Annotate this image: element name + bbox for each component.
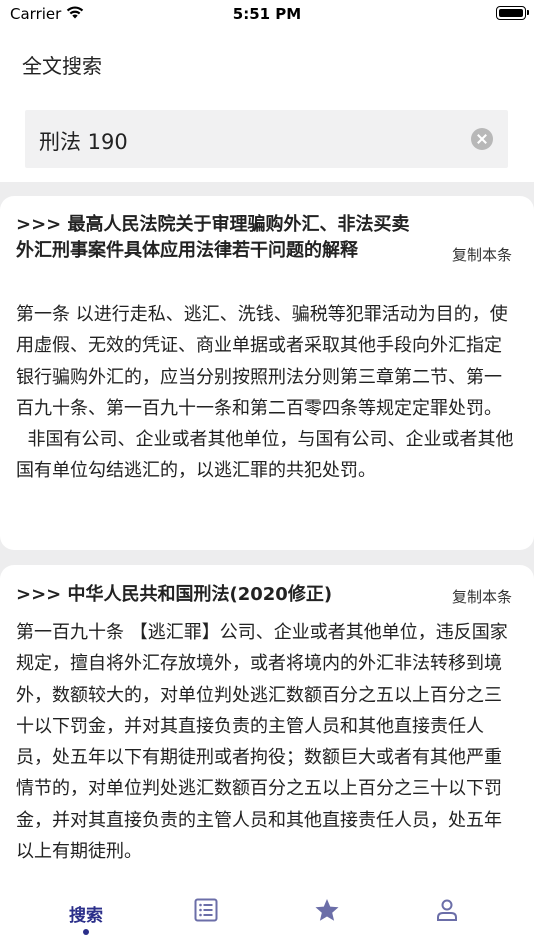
result-title: >>> 最高人民法院关于审理骗购外汇、非法买卖外汇刑事案件具体应用法律若干问题的…: [16, 214, 410, 261]
star-icon: [315, 899, 339, 921]
result-body: 第一百九十条 【逃汇罪】公司、企业或者其他单位，违反国家规定，擅自将外汇存放境外…: [16, 617, 518, 867]
copy-button[interactable]: 复制本条: [452, 586, 512, 607]
page-title: 全文搜索: [22, 54, 102, 78]
result-title: >>> 中华人民共和国刑法(2020修正): [16, 584, 333, 605]
result-card[interactable]: >>> 中华人民共和国刑法(2020修正) 复制本条 第一百九十条 【逃汇罪】公…: [0, 565, 534, 876]
result-body: 第一条 以进行走私、逃汇、洗钱、骗税等犯罪活动为目的，使用虚假、无效的凭证、商业…: [16, 299, 518, 487]
copy-button[interactable]: 复制本条: [452, 244, 512, 265]
tab-bar: 搜索: [0, 876, 534, 950]
result-paragraph: 第一条 以进行走私、逃汇、洗钱、骗税等犯罪活动为目的，使用虚假、无效的凭证、商业…: [16, 304, 508, 419]
clear-search-icon[interactable]: [471, 128, 493, 150]
tab-search[interactable]: 搜索: [46, 876, 126, 950]
tab-list[interactable]: [167, 876, 247, 950]
active-indicator: [83, 929, 89, 935]
result-card[interactable]: >>> 最高人民法院关于审理骗购外汇、非法买卖外汇刑事案件具体应用法律若干问题的…: [0, 196, 534, 550]
search-query[interactable]: 刑法 190: [39, 126, 128, 156]
person-icon: [437, 899, 457, 921]
result-paragraph: 第一百九十条 【逃汇罪】公司、企业或者其他单位，违反国家规定，擅自将外汇存放境外…: [16, 622, 508, 863]
status-bar: Carrier 5:51 PM: [0, 0, 534, 30]
result-paragraph: 非国有公司、企业或者其他单位，与国有公司、企业或者其他国有单位勾结逃汇的，以逃汇…: [16, 429, 514, 482]
tab-profile[interactable]: [408, 876, 488, 950]
search-input[interactable]: 刑法 190: [25, 110, 508, 168]
battery-icon: [496, 6, 529, 20]
results-list[interactable]: >>> 最高人民法院关于审理骗购外汇、非法买卖外汇刑事案件具体应用法律若干问题的…: [0, 182, 534, 876]
tab-search-label: 搜索: [69, 906, 103, 926]
list-icon: [194, 898, 218, 922]
clock: 5:51 PM: [232, 5, 302, 23]
tab-favorites[interactable]: [287, 876, 367, 950]
